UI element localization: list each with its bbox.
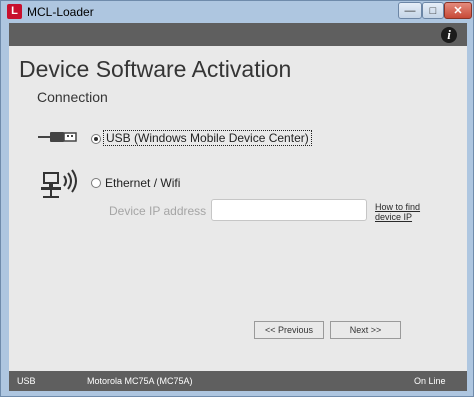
window-title: MCL-Loader xyxy=(27,5,94,19)
maximize-button[interactable]: □ xyxy=(422,2,444,19)
usb-radio[interactable] xyxy=(91,134,101,144)
ethernet-radio[interactable] xyxy=(91,178,101,188)
status-device: Motorola MC75A (MC75A) xyxy=(87,376,193,386)
next-button[interactable]: Next >> xyxy=(330,321,401,339)
top-bar: i xyxy=(9,23,467,46)
usb-icon xyxy=(38,132,77,142)
title-bar[interactable]: L MCL-Loader — □ ✕ xyxy=(1,1,473,23)
status-connection: USB xyxy=(17,376,36,386)
minimize-button[interactable]: — xyxy=(398,2,422,19)
page-title: Device Software Activation xyxy=(19,56,292,82)
usb-option-label[interactable]: USB (Windows Mobile Device Center) xyxy=(103,130,312,146)
ip-address-input[interactable] xyxy=(211,199,367,221)
status-state: On Line xyxy=(414,376,446,386)
app-window: L MCL-Loader — □ ✕ i Device Software Act… xyxy=(0,0,474,397)
main-panel: i Device Software Activation Connection … xyxy=(9,23,467,391)
previous-button[interactable]: << Previous xyxy=(254,321,324,339)
info-icon[interactable]: i xyxy=(441,27,457,43)
status-bar: USB Motorola MC75A (MC75A) On Line xyxy=(9,371,467,391)
close-button[interactable]: ✕ xyxy=(444,2,472,19)
ip-address-label: Device IP address xyxy=(109,204,207,218)
network-icon xyxy=(41,169,77,198)
app-logo-icon: L xyxy=(7,4,22,19)
section-title: Connection xyxy=(37,89,108,105)
find-ip-link[interactable]: How to find device IP xyxy=(375,202,435,222)
ethernet-option-label[interactable]: Ethernet / Wifi xyxy=(105,176,180,190)
